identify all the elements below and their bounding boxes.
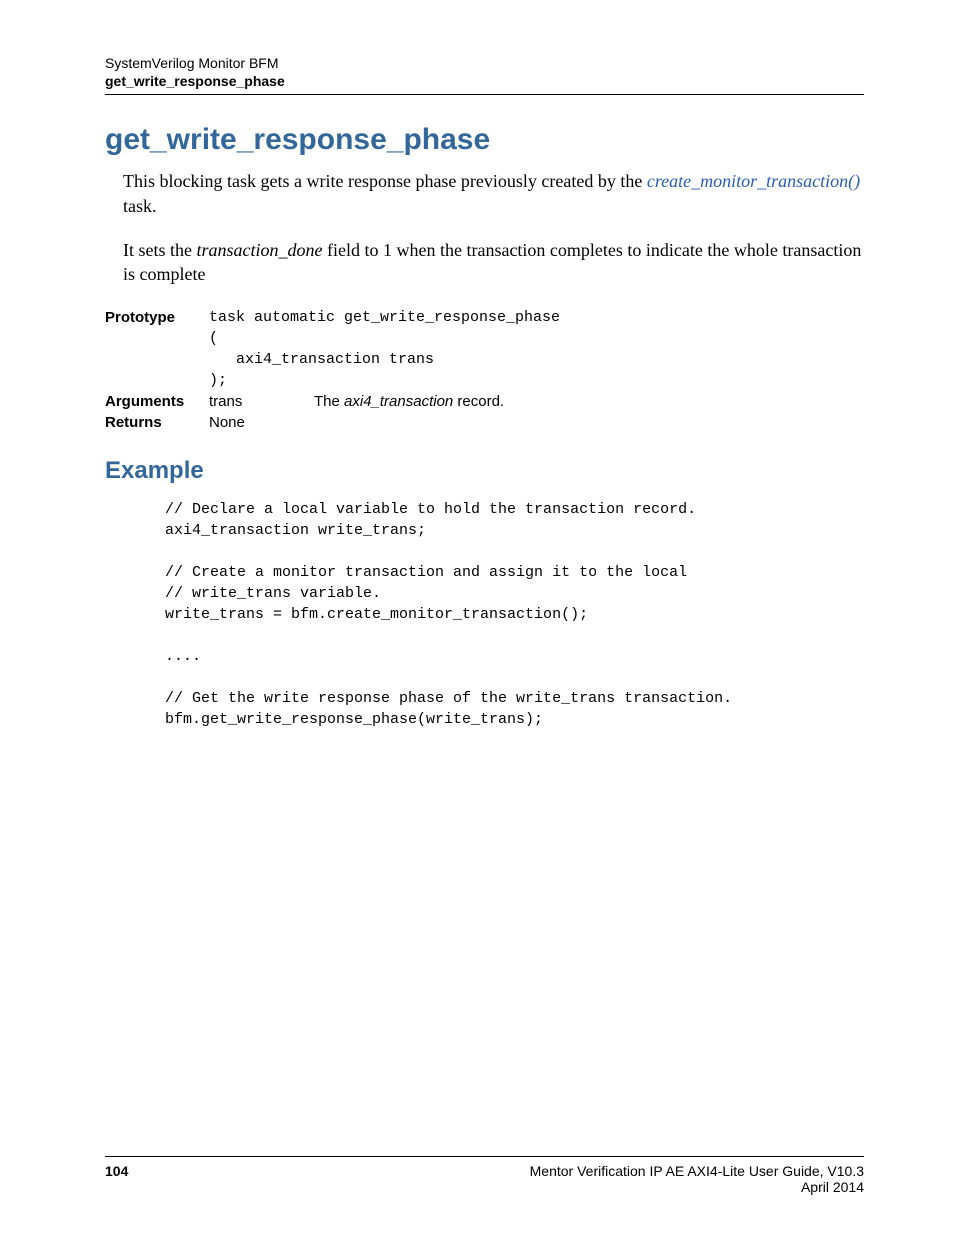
section-title: get_write_response_phase xyxy=(105,123,864,157)
para2-before: It sets the xyxy=(123,240,197,260)
para2: It sets the transaction_done field to 1 … xyxy=(123,238,864,287)
prototype-code: task automatic get_write_response_phase … xyxy=(209,307,864,391)
returns-row: Returns None xyxy=(105,412,864,433)
intro-text-before: This blocking task gets a write response… xyxy=(123,171,647,191)
argument-name: trans xyxy=(209,391,314,412)
definition-block: Prototype task automatic get_write_respo… xyxy=(105,307,864,433)
running-header-line2: get_write_response_phase xyxy=(105,72,864,90)
footer-guide: Mentor Verification IP AE AXI4-Lite User… xyxy=(530,1163,864,1179)
arguments-content: trans The axi4_transaction record. xyxy=(209,391,864,412)
arguments-label: Arguments xyxy=(105,391,209,412)
page-number: 104 xyxy=(105,1163,128,1195)
page-container: SystemVerilog Monitor BFM get_write_resp… xyxy=(0,0,954,1235)
example-code-block: // Declare a local variable to hold the … xyxy=(165,499,864,730)
arg-desc-after: record. xyxy=(453,393,504,410)
prototype-row: Prototype task automatic get_write_respo… xyxy=(105,307,864,391)
para2-ital: transaction_done xyxy=(197,240,323,260)
page-footer: 104 Mentor Verification IP AE AXI4-Lite … xyxy=(105,1156,864,1195)
returns-value: None xyxy=(209,412,864,433)
example-heading: Example xyxy=(105,457,864,485)
arg-desc-before: The xyxy=(314,393,344,410)
footer-date: April 2014 xyxy=(530,1179,864,1195)
running-header-line1: SystemVerilog Monitor BFM xyxy=(105,54,864,72)
argument-description: The axi4_transaction record. xyxy=(314,391,504,412)
arg-desc-ital: axi4_transaction xyxy=(344,393,453,410)
create-monitor-transaction-link[interactable]: create_monitor_transaction() xyxy=(647,171,860,191)
intro-paragraph: This blocking task gets a write response… xyxy=(123,169,864,218)
intro-text-after: task. xyxy=(123,196,157,216)
arguments-row: Arguments trans The axi4_transaction rec… xyxy=(105,391,864,412)
footer-right: Mentor Verification IP AE AXI4-Lite User… xyxy=(530,1163,864,1195)
running-header: SystemVerilog Monitor BFM get_write_resp… xyxy=(105,54,864,95)
prototype-label: Prototype xyxy=(105,307,209,328)
returns-label: Returns xyxy=(105,412,209,433)
